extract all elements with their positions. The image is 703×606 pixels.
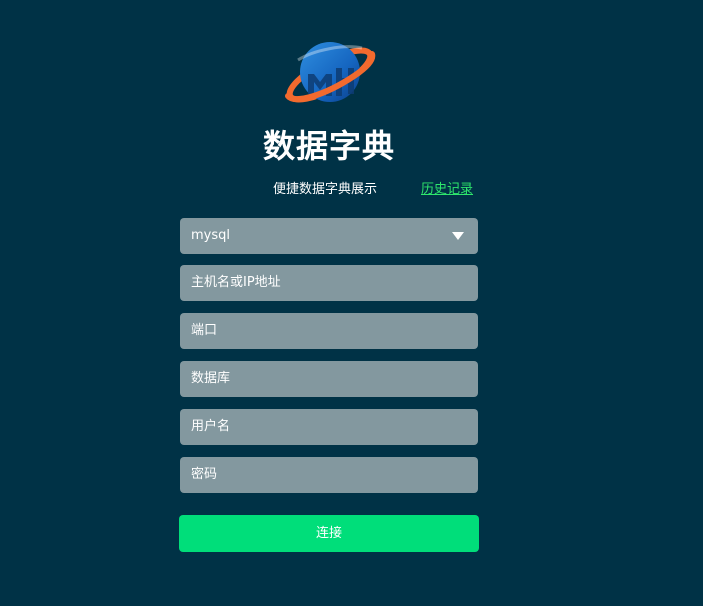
db-type-value: mysql — [191, 228, 230, 243]
port-input[interactable] — [180, 313, 478, 349]
page-subtitle: 便捷数据字典展示 — [273, 182, 378, 197]
login-page: 数据字典 便捷数据字典展示 历史记录 mysql 连接 — [0, 0, 703, 606]
connect-button[interactable]: 连接 — [179, 515, 479, 552]
host-input[interactable] — [180, 265, 478, 301]
database-input[interactable] — [180, 361, 478, 397]
globe-logo-icon — [285, 42, 376, 103]
caret-down-icon — [452, 232, 464, 240]
history-link[interactable]: 历史记录 — [421, 181, 473, 199]
db-type-select[interactable]: mysql — [180, 218, 478, 254]
password-input[interactable] — [180, 457, 478, 493]
page-title: 数据字典 — [262, 127, 395, 165]
username-input[interactable] — [180, 409, 478, 445]
